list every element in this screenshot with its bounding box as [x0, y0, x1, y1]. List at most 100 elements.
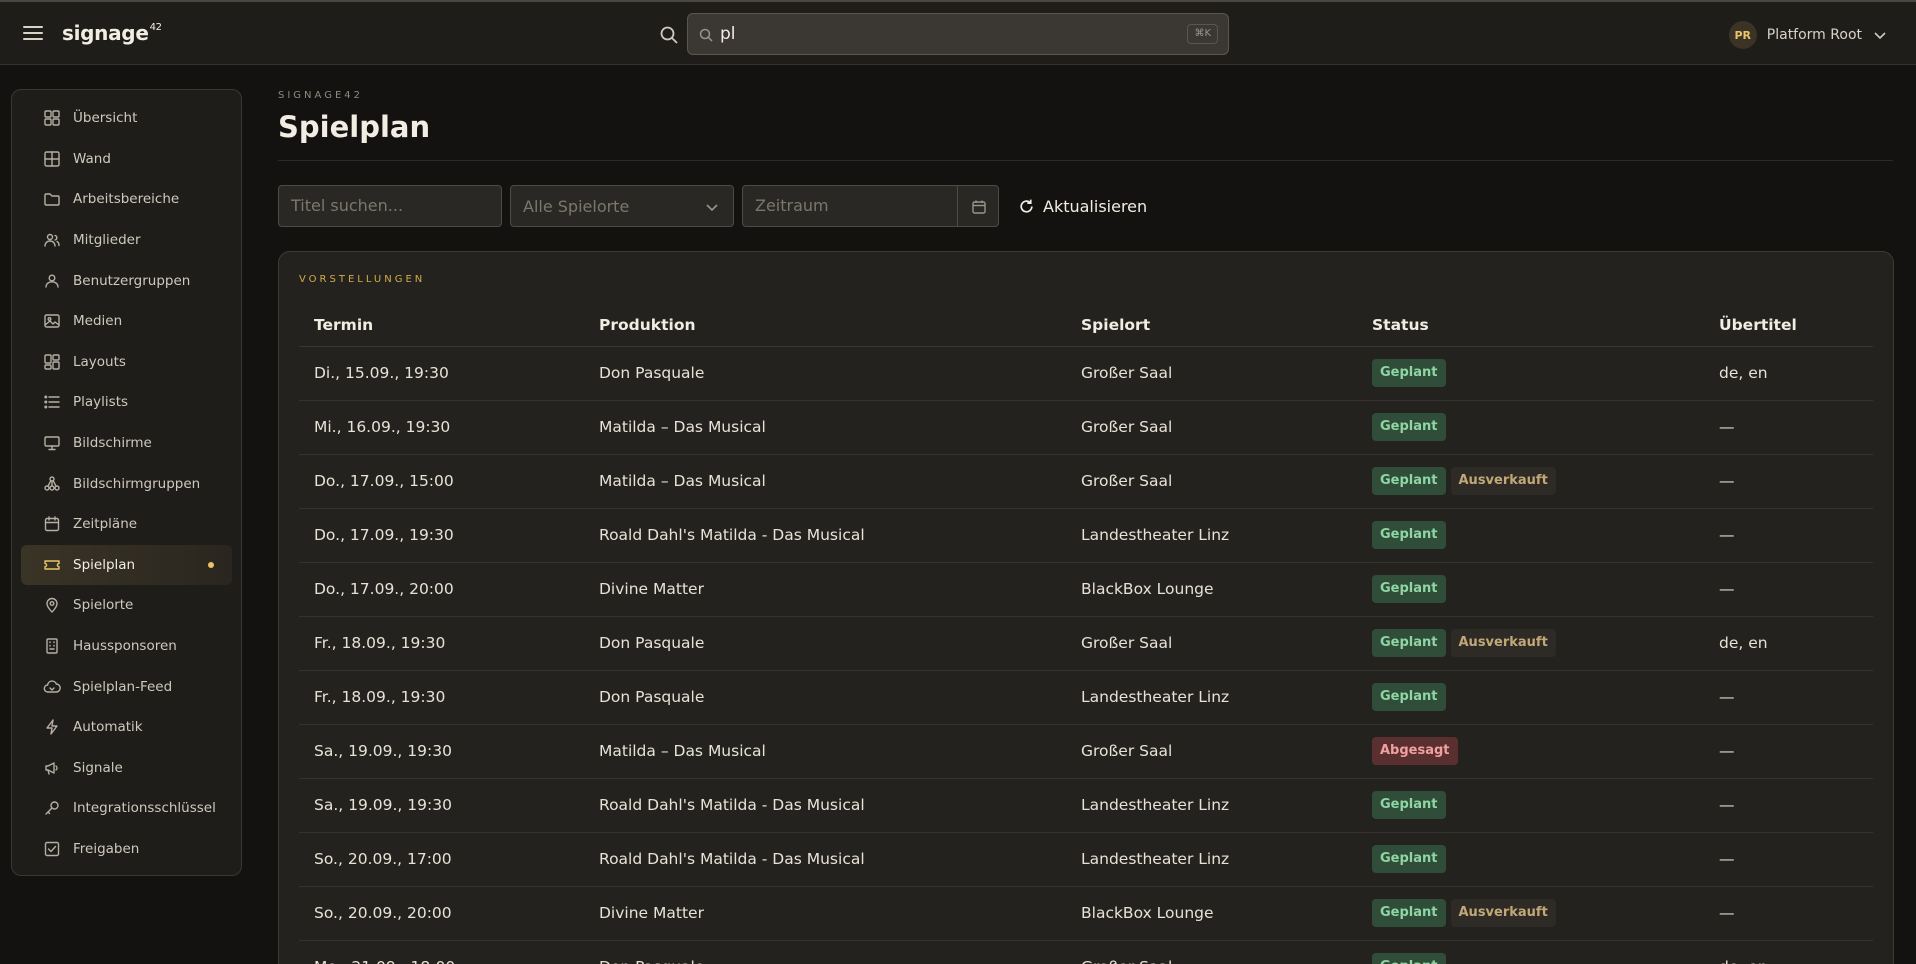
title-search-input[interactable] — [291, 196, 471, 215]
sidebar-item-übersicht[interactable]: Übersicht — [21, 98, 232, 139]
table-header-row: Termin Produktion Spielort Status Überti… — [299, 304, 1873, 347]
table-row[interactable]: Mi., 16.09., 19:30 Matilda – Das Musical G… — [299, 400, 1873, 455]
table-row[interactable]: So., 20.09., 17:00 Roald Dahl's Matilda -… — [299, 832, 1873, 887]
cell-produktion: Divine Matter — [584, 886, 1066, 941]
sidebar-item-label: Bildschirmgruppen — [73, 475, 201, 492]
cell-status: Geplant Ausverkauft — [1357, 616, 1704, 671]
cell-spielort: Großer Saal — [1066, 346, 1357, 401]
ticket-icon — [44, 560, 60, 570]
cell-produktion: Roald Dahl's Matilda - Das Musical — [584, 508, 1066, 563]
cell-spielort: Großer Saal — [1066, 454, 1357, 509]
sidebar-item-bildschirme[interactable]: Bildschirme — [21, 423, 232, 464]
sidebar-item-haussponsoren[interactable]: Haussponsoren — [21, 626, 232, 667]
bolt-icon — [46, 719, 58, 735]
sidebar-item-wand[interactable]: Wand — [21, 139, 232, 180]
menu-icon[interactable] — [20, 22, 46, 46]
sidebar-item-playlists[interactable]: Playlists — [21, 382, 232, 423]
sidebar-item-benutzergruppen[interactable]: Benutzergruppen — [21, 260, 232, 301]
status-badge: Ausverkauft — [1450, 629, 1556, 657]
users-icon — [44, 233, 60, 247]
cell-termin: Sa., 19.09., 19:30 — [299, 724, 584, 779]
col-header-spielort[interactable]: Spielort — [1066, 304, 1357, 347]
date-range-input[interactable] — [755, 196, 935, 215]
refresh-button[interactable]: Aktualisieren — [1018, 195, 1147, 217]
search-field-icon — [699, 28, 713, 42]
status-badge: Ausverkauft — [1450, 467, 1556, 495]
col-header-uebertitel[interactable]: Übertitel — [1704, 304, 1873, 347]
table-row[interactable]: Di., 15.09., 19:30 Don Pasquale Großer Saa… — [299, 346, 1873, 401]
venue-select-value: Alle Spielorte — [523, 197, 630, 216]
cell-status: Geplant — [1357, 940, 1704, 964]
search-box[interactable]: ⌘K — [687, 13, 1229, 55]
user-menu[interactable]: PR Platform Root — [1728, 20, 1888, 50]
cell-termin: Fr., 18.09., 19:30 — [299, 670, 584, 725]
col-header-status[interactable]: Status — [1357, 304, 1704, 347]
cell-produktion: Matilda – Das Musical — [584, 454, 1066, 509]
table-row[interactable]: Fr., 18.09., 19:30 Don Pasquale Landesthea… — [299, 670, 1873, 725]
sidebar-item-label: Bildschirme — [73, 435, 152, 452]
search-icon[interactable] — [659, 25, 679, 45]
section-label: VORSTELLUNGEN — [299, 274, 426, 285]
sidebar-item-automatik[interactable]: Automatik — [21, 707, 232, 748]
table-row[interactable]: So., 20.09., 20:00 Divine Matter BlackBox … — [299, 886, 1873, 941]
table-row[interactable]: Sa., 19.09., 19:30 Roald Dahl's Matilda -… — [299, 778, 1873, 833]
sidebar-item-mitglieder[interactable]: Mitglieder — [21, 220, 232, 261]
table-row[interactable]: Mo., 21.09., 18:00Don PasqualeGroßer Saa… — [299, 940, 1873, 964]
monitor-icon — [44, 436, 60, 451]
venue-select[interactable]: Alle Spielorte — [510, 185, 734, 227]
cell-spielort: BlackBox Lounge — [1066, 886, 1357, 941]
wall-icon — [44, 151, 60, 167]
col-header-produktion[interactable]: Produktion — [584, 304, 1066, 347]
sidebar-item-spielplan-feed[interactable]: Spielplan-Feed — [21, 666, 232, 707]
chevron-down-icon — [1874, 32, 1886, 40]
sidebar-item-bildschirmgruppen[interactable]: Bildschirmgruppen — [21, 463, 232, 504]
col-header-termin[interactable]: Termin — [299, 304, 584, 347]
sidebar-item-signale[interactable]: Signale — [21, 748, 232, 789]
cell-termin: So., 20.09., 20:00 — [299, 886, 584, 941]
table-row[interactable]: Sa., 19.09., 19:30 Matilda – Das Musical G… — [299, 724, 1873, 779]
status-badge: Geplant — [1372, 845, 1446, 873]
calendar-button[interactable] — [957, 185, 999, 227]
sidebar-item-label: Spielorte — [73, 597, 134, 614]
search-input[interactable] — [720, 22, 1160, 46]
sidebar-item-label: Signale — [73, 759, 123, 776]
cell-status: Geplant — [1357, 562, 1704, 617]
sidebar-item-zeitpläne[interactable]: Zeitpläne — [21, 504, 232, 545]
avatar: PR — [1728, 21, 1757, 49]
cell-uebertitel: — — [1704, 454, 1873, 509]
cell-termin: Sa., 19.09., 19:30 — [299, 778, 584, 833]
sidebar-item-label: Benutzergruppen — [73, 272, 191, 289]
title-search-field[interactable] — [278, 185, 502, 227]
table-row[interactable]: Do., 17.09., 20:00 Divine Matter BlackBox … — [299, 562, 1873, 617]
cell-spielort: Landestheater Linz — [1066, 670, 1357, 725]
cell-spielort: Großer Saal — [1066, 940, 1357, 964]
chevron-down-icon — [706, 204, 718, 212]
sidebar-item-integrationsschlüssel[interactable]: Integrationsschlüssel — [21, 788, 232, 829]
status-badge: Geplant — [1372, 953, 1446, 964]
status-badge: Geplant — [1372, 467, 1446, 495]
brand-logo[interactable]: signage42 — [62, 21, 162, 45]
status-badge: Geplant — [1372, 359, 1446, 387]
table-row[interactable]: Do., 17.09., 15:00 Matilda – Das Musical G… — [299, 454, 1873, 509]
status-badge: Geplant — [1372, 521, 1446, 549]
cell-termin: Do., 17.09., 20:00 — [299, 562, 584, 617]
cell-produktion: Don Pasquale — [584, 670, 1066, 725]
table-row[interactable]: Do., 17.09., 19:30 Roald Dahl's Matilda -… — [299, 508, 1873, 563]
sidebar-item-spielplan[interactable]: Spielplan — [21, 544, 232, 586]
sidebar-item-spielorte[interactable]: Spielorte — [21, 585, 232, 626]
sidebar-item-arbeitsbereiche[interactable]: Arbeitsbereiche — [21, 179, 232, 220]
status-badge: Geplant — [1372, 629, 1446, 657]
sidebar-item-freigaben[interactable]: Freigaben — [21, 829, 232, 870]
sidebar: Übersicht Wand Arbeitsbereiche Mitglieder Be… — [11, 89, 242, 876]
table-row[interactable]: Fr., 18.09., 19:30 Don Pasquale Großer Saa… — [299, 616, 1873, 671]
megaphone-icon — [45, 762, 58, 775]
performances-card: VORSTELLUNGEN Termin Produktion Spielort… — [278, 251, 1894, 964]
sidebar-item-label: Arbeitsbereiche — [73, 191, 180, 208]
date-range-field[interactable] — [742, 185, 958, 227]
sidebar-item-label: Zeitpläne — [73, 516, 138, 533]
cell-status: Geplant Ausverkauft — [1357, 886, 1704, 941]
cell-termin: Mo., 21.09., 18:00 — [299, 940, 584, 964]
cell-spielort: Landestheater Linz — [1066, 508, 1357, 563]
sidebar-item-layouts[interactable]: Layouts — [21, 342, 232, 383]
sidebar-item-medien[interactable]: Medien — [21, 301, 232, 342]
